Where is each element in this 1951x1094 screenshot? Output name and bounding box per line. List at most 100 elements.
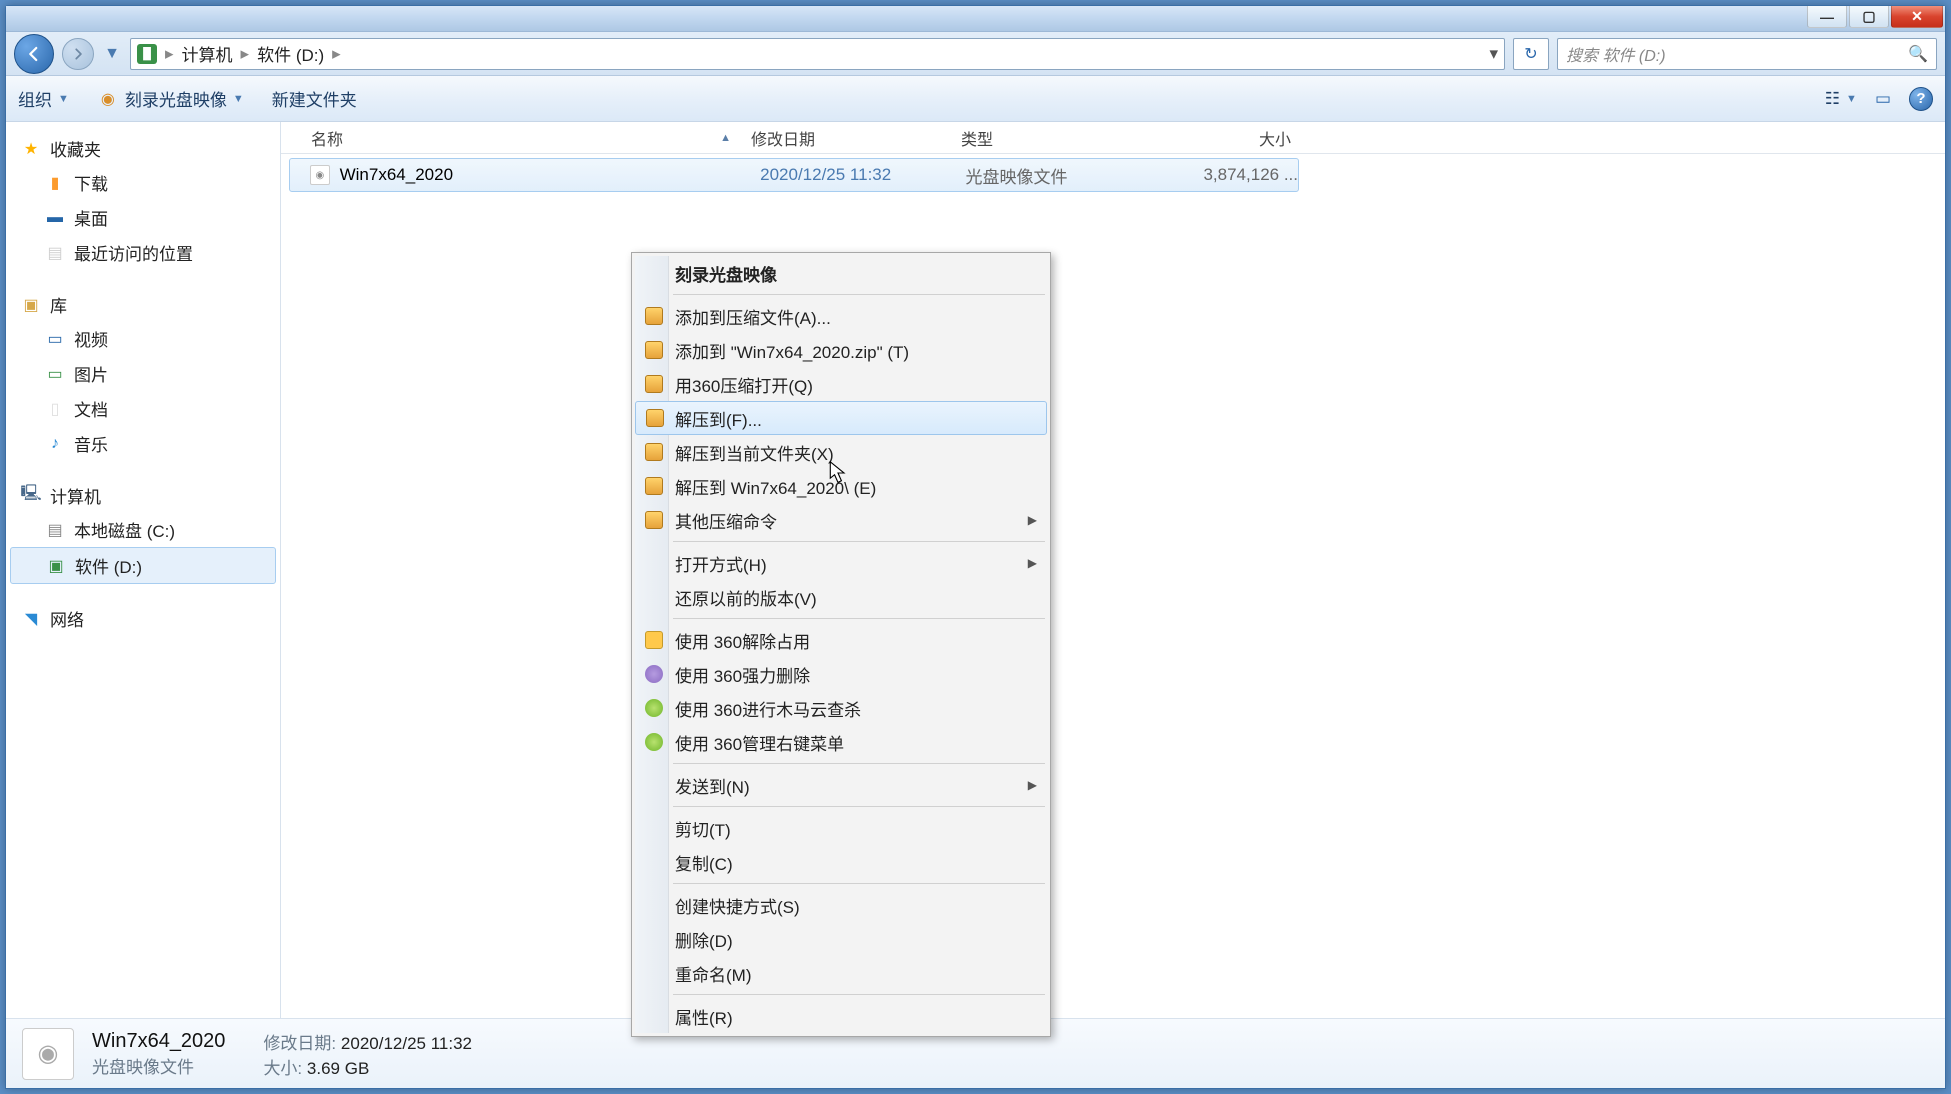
sidebar-network[interactable]: ◥网络 (10, 602, 276, 635)
ctx-360-menu[interactable]: 使用 360管理右键菜单 (635, 725, 1047, 759)
ctx-burn-image[interactable]: 刻录光盘映像 (635, 256, 1047, 290)
ctx-extract-to[interactable]: 解压到(F)... (635, 401, 1047, 435)
burn-image-button[interactable]: ◉ 刻录光盘映像 ▼ (97, 86, 244, 111)
sidebar-item-cdrive[interactable]: ▤本地磁盘 (C:) (10, 512, 276, 547)
chevron-down-icon: ▼ (1846, 93, 1857, 105)
sidebar-item-label: 最近访问的位置 (74, 240, 193, 265)
sidebar-item-documents[interactable]: ▯文档 (10, 391, 276, 426)
column-name[interactable]: 名称▲ (301, 126, 741, 150)
preview-pane-button[interactable]: ▭ (1875, 89, 1891, 109)
view-options-button[interactable]: ☷ ▼ (1825, 89, 1857, 109)
maximize-button[interactable]: ▢ (1849, 6, 1889, 28)
ctx-separator (673, 541, 1045, 542)
content-pane: 名称▲ 修改日期 类型 大小 ◉ Win7x64_2020 2020/12/25… (281, 122, 1945, 1018)
ctx-360-forcedel[interactable]: 使用 360强力删除 (635, 657, 1047, 691)
ctx-properties[interactable]: 属性(R) (635, 999, 1047, 1033)
ctx-other-compress[interactable]: 其他压缩命令▶ (635, 503, 1047, 537)
ctx-separator (673, 883, 1045, 884)
sidebar-item-downloads[interactable]: ▮ 下载 (10, 165, 276, 200)
sidebar-item-label: 图片 (74, 361, 108, 386)
ctx-label: 使用 360管理右键菜单 (675, 730, 844, 755)
address-bar[interactable]: █ ▸ 计算机 ▸ 软件 (D:) ▸ ▾ (130, 38, 1505, 70)
ctx-360-scan[interactable]: 使用 360进行木马云查杀 (635, 691, 1047, 725)
new-folder-button[interactable]: 新建文件夹 (272, 86, 357, 111)
sidebar-libraries[interactable]: ▣库 (10, 288, 276, 321)
recent-icon: ▤ (44, 242, 66, 264)
ctx-copy[interactable]: 复制(C) (635, 845, 1047, 879)
breadcrumb-computer[interactable]: 计算机 (182, 41, 233, 66)
column-label: 名称 (311, 126, 343, 150)
file-row-selected[interactable]: ◉ Win7x64_2020 2020/12/25 11:32 光盘映像文件 3… (289, 158, 1299, 192)
picture-icon: ▭ (44, 363, 66, 385)
toolbar: 组织 ▼ ◉ 刻录光盘映像 ▼ 新建文件夹 ☷ ▼ ▭ ? (6, 76, 1945, 122)
sidebar-favorites[interactable]: ★ 收藏夹 (10, 132, 276, 165)
sidebar-item-recent[interactable]: ▤ 最近访问的位置 (10, 235, 276, 270)
search-box[interactable]: 搜索 软件 (D:) 🔍 (1557, 38, 1937, 70)
sidebar-item-videos[interactable]: ▭视频 (10, 321, 276, 356)
sidebar-item-label: 收藏夹 (50, 136, 101, 161)
sidebar-item-label: 下载 (74, 170, 108, 195)
archive-icon (645, 341, 663, 359)
sidebar-item-ddrive[interactable]: ▣软件 (D:) (10, 547, 276, 584)
ctx-cut[interactable]: 剪切(T) (635, 811, 1047, 845)
ctx-shortcut[interactable]: 创建快捷方式(S) (635, 888, 1047, 922)
ctx-label: 打开方式(H) (675, 551, 767, 576)
refresh-button[interactable]: ↻ (1513, 38, 1549, 70)
music-icon: ♪ (44, 433, 66, 455)
ctx-extract-here[interactable]: 解压到当前文件夹(X) (635, 435, 1047, 469)
submenu-arrow-icon: ▶ (1028, 513, 1037, 527)
sidebar-item-desktop[interactable]: ▬桌面 (10, 200, 276, 235)
disc-icon: ◉ (97, 88, 119, 110)
file-date: 2020/12/25 11:32 (760, 165, 965, 185)
ctx-separator (673, 294, 1045, 295)
minimize-button[interactable]: — (1807, 6, 1847, 28)
address-dropdown-icon[interactable]: ▾ (1489, 44, 1498, 64)
sidebar-item-label: 软件 (D:) (75, 553, 142, 578)
column-type[interactable]: 类型 (951, 126, 1151, 150)
ctx-360-unlock[interactable]: 使用 360解除占用 (635, 623, 1047, 657)
star-icon: ★ (20, 138, 42, 160)
sidebar-item-pictures[interactable]: ▭ 图片 (10, 356, 276, 391)
ctx-open-with[interactable]: 打开方式(H) ▶ (635, 546, 1047, 580)
submenu-arrow-icon: ▶ (1028, 556, 1037, 570)
help-icon: ? (1916, 90, 1925, 107)
column-headers: 名称▲ 修改日期 类型 大小 (281, 122, 1945, 154)
column-date[interactable]: 修改日期 (741, 126, 951, 150)
help-button[interactable]: ? (1909, 87, 1933, 111)
file-type: 光盘映像文件 (966, 163, 1162, 188)
search-placeholder: 搜索 软件 (D:) (1566, 42, 1666, 66)
ctx-label: 用360压缩打开(Q) (675, 372, 813, 397)
arrow-left-icon (25, 45, 43, 63)
nav-history-dropdown[interactable]: ▼ (102, 34, 122, 74)
details-filename: Win7x64_2020 (92, 1030, 225, 1053)
submenu-arrow-icon: ▶ (1028, 778, 1037, 792)
360-icon (645, 699, 663, 717)
back-button[interactable] (14, 34, 54, 74)
organize-label: 组织 (18, 86, 52, 111)
ctx-open-360[interactable]: 用360压缩打开(Q) (635, 367, 1047, 401)
ctx-rename[interactable]: 重命名(M) (635, 956, 1047, 990)
burn-label: 刻录光盘映像 (125, 86, 227, 111)
arrow-right-icon (71, 47, 85, 61)
document-icon: ▯ (44, 398, 66, 420)
ctx-add-zip[interactable]: 添加到 "Win7x64_2020.zip" (T) (635, 333, 1047, 367)
breadcrumb-drive[interactable]: 软件 (D:) (257, 41, 324, 66)
360-icon (645, 665, 663, 683)
ctx-restore-prev[interactable]: 还原以前的版本(V) (635, 580, 1047, 614)
sidebar-computer[interactable]: 🖳计算机 (10, 479, 276, 512)
column-size[interactable]: 大小 (1151, 126, 1301, 150)
details-size-label: 大小: (263, 1059, 302, 1078)
sidebar-item-music[interactable]: ♪ 音乐 (10, 426, 276, 461)
ctx-add-archive[interactable]: 添加到压缩文件(A)... (635, 299, 1047, 333)
forward-button[interactable] (62, 38, 94, 70)
ctx-extract-folder[interactable]: 解压到 Win7x64_2020\ (E) (635, 469, 1047, 503)
folder-icon: ▮ (44, 172, 66, 194)
ctx-delete[interactable]: 删除(D) (635, 922, 1047, 956)
context-menu: 刻录光盘映像 添加到压缩文件(A)... 添加到 "Win7x64_2020.z… (631, 252, 1051, 1037)
ctx-send-to[interactable]: 发送到(N)▶ (635, 768, 1047, 802)
nav-row: ▼ █ ▸ 计算机 ▸ 软件 (D:) ▸ ▾ ↻ 搜索 软件 (D:) 🔍 (6, 32, 1945, 76)
organize-button[interactable]: 组织 ▼ (18, 86, 69, 111)
sidebar-item-label: 音乐 (74, 431, 108, 456)
sidebar: ★ 收藏夹 ▮ 下载 ▬桌面 ▤ 最近访问的位置 ▣库 ▭视频 ▭ 图片 ▯文档 ♪ 音乐… (6, 122, 281, 1018)
close-button[interactable]: ✕ (1891, 6, 1943, 28)
